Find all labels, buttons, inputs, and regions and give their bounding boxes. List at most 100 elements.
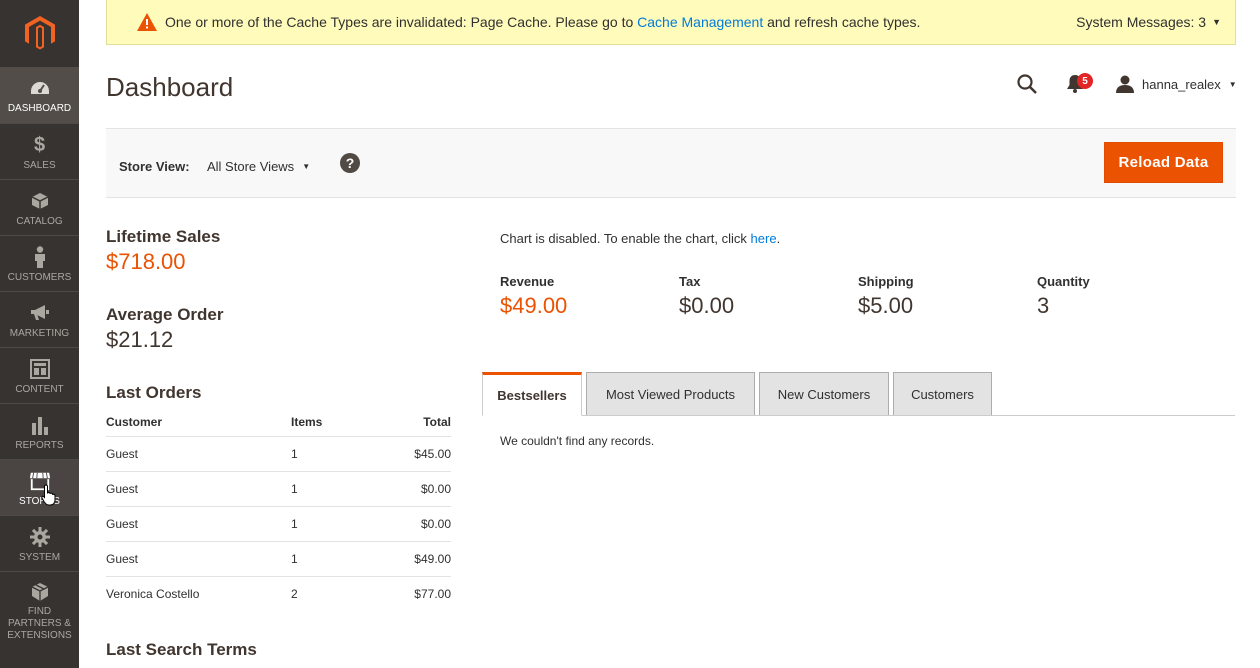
sidebar-item-find-partners[interactable]: FIND PARTNERS & EXTENSIONS — [0, 572, 79, 641]
order-total: $77.00 — [414, 586, 451, 601]
table-row[interactable]: Guest 1 $49.00 — [106, 541, 451, 577]
lifetime-sales-value: $718.00 — [106, 249, 186, 274]
column-header-items: Items — [291, 408, 381, 437]
total-shipping: Shipping $5.00 — [858, 274, 1037, 319]
page-title: Dashboard — [106, 72, 234, 102]
sidebar-item-catalog[interactable]: CATALOG — [0, 180, 79, 236]
total-quantity: Quantity 3 — [1037, 274, 1216, 319]
sidebar-item-sales[interactable]: $ SALES — [0, 124, 79, 180]
table-row[interactable]: Guest 1 $0.00 — [106, 471, 451, 507]
tab-customers[interactable]: Customers — [893, 372, 992, 415]
total-tax: Tax $0.00 — [679, 274, 858, 319]
sidebar-item-dashboard[interactable]: DASHBOARD — [0, 67, 79, 123]
tab-most-viewed-products[interactable]: Most Viewed Products — [586, 372, 755, 415]
chart-message-text: Chart is disabled. To enable the chart, … — [500, 231, 747, 246]
order-items: 2 — [291, 586, 298, 601]
layout-icon — [29, 358, 51, 380]
sidebar-label-reports: REPORTS — [15, 440, 64, 451]
caret-down-icon: ▼ — [302, 162, 311, 171]
admin-sidebar: DASHBOARD $ SALES CATALOG CUSTOMERS MARK… — [0, 0, 79, 668]
magento-logo-icon — [24, 16, 55, 50]
sidebar-label-system: SYSTEM — [18, 552, 61, 563]
revenue-value: $49.00 — [500, 293, 568, 318]
order-customer: Veronica Costello — [106, 586, 200, 601]
sidebar-label-marketing: MARKETING — [9, 328, 70, 339]
hand-cursor-icon — [41, 484, 57, 511]
user-account-menu[interactable]: hanna_realex ▼ — [1116, 75, 1237, 93]
table-row[interactable]: Veronica Costello 2 $77.00 — [106, 576, 451, 611]
user-icon — [1116, 75, 1134, 93]
quantity-value: 3 — [1037, 293, 1050, 318]
table-row[interactable]: Guest 1 $0.00 — [106, 506, 451, 542]
order-total: $0.00 — [381, 471, 451, 507]
search-icon — [1017, 74, 1037, 94]
system-message-bar: One or more of the Cache Types are inval… — [106, 0, 1236, 45]
shipping-label: Shipping — [858, 274, 914, 289]
gear-icon — [29, 526, 51, 548]
sidebar-label-find-partners: FIND PARTNERS & EXTENSIONS — [7, 606, 72, 641]
tax-label: Tax — [679, 274, 701, 289]
tab-bestsellers[interactable]: Bestsellers — [482, 372, 582, 416]
megaphone-icon — [29, 302, 51, 324]
caret-down-icon: ▼ — [1212, 17, 1221, 27]
boxes-icon — [29, 582, 51, 602]
shipping-value: $5.00 — [858, 293, 914, 318]
total-revenue: Revenue $49.00 — [500, 274, 679, 319]
sidebar-item-marketing[interactable]: MARKETING — [0, 292, 79, 348]
last-orders-title: Last Orders — [106, 383, 202, 402]
dollar-icon: $ — [33, 133, 46, 156]
order-total: $45.00 — [381, 436, 451, 472]
tab-empty-message: We couldn't find any records. — [500, 434, 655, 448]
store-view-label: Store View: — [119, 159, 190, 174]
order-items: 1 — [291, 541, 381, 577]
reload-data-button[interactable]: Reload Data — [1104, 142, 1223, 183]
totals-summary: Revenue $49.00 Tax $0.00 Shipping $5.00 … — [500, 274, 1216, 319]
magento-logo[interactable] — [0, 0, 79, 66]
system-messages-toggle[interactable]: System Messages: 3 ▼ — [1076, 14, 1221, 30]
order-customer: Guest — [106, 506, 291, 542]
table-header-row: Customer Items Total — [106, 408, 451, 437]
search-button[interactable] — [1016, 73, 1038, 100]
chart-disabled-message: Chart is disabled. To enable the chart, … — [500, 231, 780, 246]
sidebar-label-content: CONTENT — [15, 384, 64, 395]
order-total: $0.00 — [381, 506, 451, 542]
warning-icon — [137, 13, 157, 31]
order-customer: Guest — [106, 471, 291, 507]
sidebar-item-customers[interactable]: CUSTOMERS — [0, 236, 79, 292]
sidebar-label-catalog: CATALOG — [16, 216, 63, 227]
order-total: $49.00 — [381, 541, 451, 577]
sidebar-item-content[interactable]: CONTENT — [0, 348, 79, 404]
help-icon[interactable]: ? — [340, 153, 360, 173]
column-header-total: Total — [381, 408, 451, 437]
lifetime-sales-label: Lifetime Sales — [106, 227, 221, 246]
sidebar-label-sales: SALES — [23, 160, 56, 171]
sidebar-label-customers: CUSTOMERS — [7, 272, 72, 283]
revenue-label: Revenue — [500, 274, 555, 289]
system-message-text: One or more of the Cache Types are inval… — [165, 14, 634, 30]
sidebar-item-system[interactable]: SYSTEM — [0, 516, 79, 572]
sidebar-item-stores[interactable]: STORES — [0, 460, 79, 516]
chart-message-period: . — [776, 231, 781, 246]
last-search-terms-title: Last Search Terms — [106, 640, 257, 659]
average-order-value: $21.12 — [106, 327, 174, 352]
notification-badge: 5 — [1077, 73, 1093, 89]
order-items: 1 — [291, 436, 381, 472]
column-header-customer: Customer — [106, 408, 291, 437]
bar-chart-icon — [29, 414, 51, 436]
box-icon — [29, 190, 51, 212]
dashboard-icon — [29, 77, 51, 99]
sidebar-item-reports[interactable]: REPORTS — [0, 404, 79, 460]
dashboard-tabs: Bestsellers Most Viewed Products New Cus… — [482, 372, 1235, 416]
last-orders-table: Customer Items Total Guest 1 $45.00 Gues… — [106, 408, 451, 611]
order-customer: Guest — [106, 541, 291, 577]
table-row[interactable]: Guest 1 $45.00 — [106, 436, 451, 472]
order-items: 1 — [291, 506, 381, 542]
username: hanna_realex — [1142, 76, 1221, 92]
tab-new-customers[interactable]: New Customers — [759, 372, 889, 415]
person-icon — [29, 246, 51, 268]
store-view-selected: All Store Views — [207, 159, 295, 174]
cache-management-link[interactable]: Cache Management — [637, 14, 763, 30]
tax-value: $0.00 — [679, 293, 735, 318]
enable-chart-link[interactable]: here — [751, 231, 777, 246]
store-view-dropdown[interactable]: All Store Views ▼ — [207, 159, 310, 174]
